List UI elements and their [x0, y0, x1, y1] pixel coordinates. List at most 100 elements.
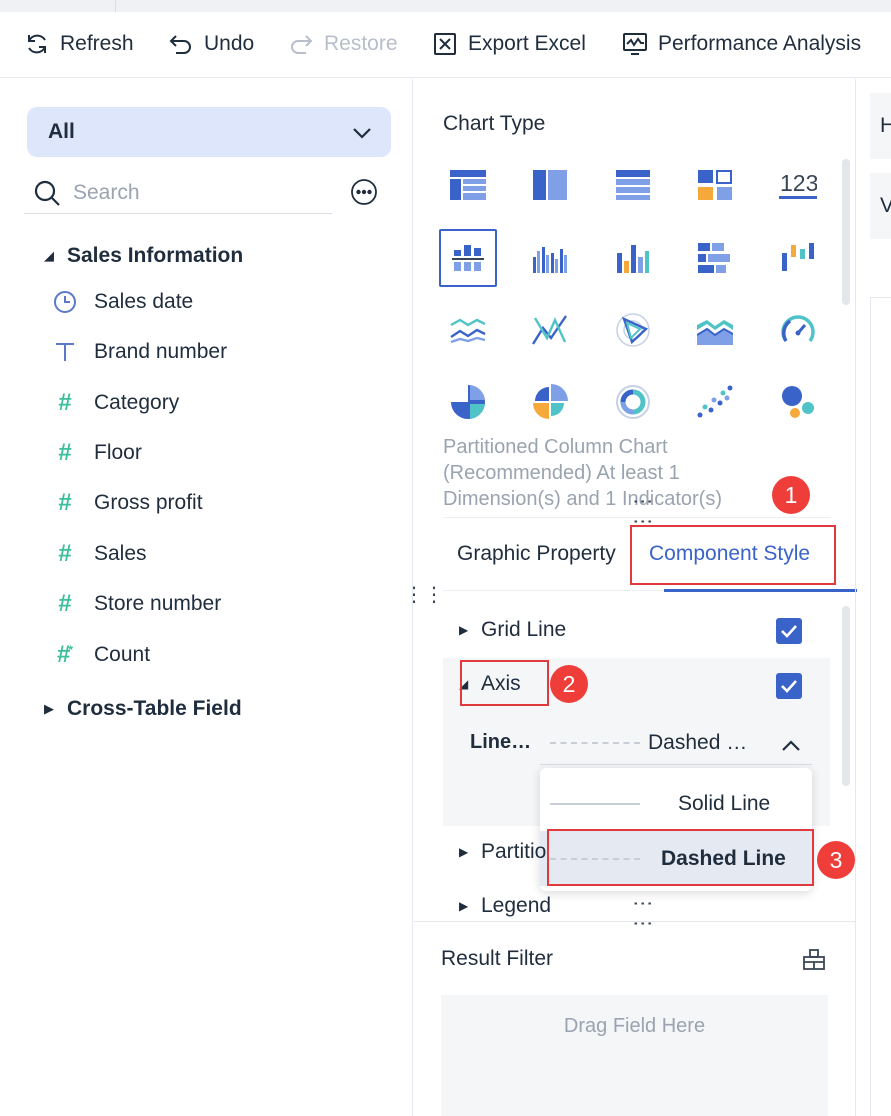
export-excel-button[interactable]: Export Excel: [432, 30, 586, 58]
cross-line-chart-icon[interactable]: [521, 301, 579, 359]
filter-settings-icon[interactable]: [802, 947, 826, 971]
divider: [414, 921, 855, 922]
line-type-select[interactable]: Dashed …: [540, 727, 812, 765]
chart-type-label: Chart Type: [443, 112, 546, 135]
field-item[interactable]: # Gross profit: [52, 488, 203, 518]
bubble-chart-icon[interactable]: [769, 373, 827, 431]
search-icon: [34, 180, 60, 206]
radar-chart-icon[interactable]: [604, 301, 662, 359]
partitioned-column-chart-icon[interactable]: [439, 229, 497, 287]
undo-label: Undo: [204, 32, 255, 55]
restore-button[interactable]: Restore: [288, 30, 398, 58]
grid-line-checkbox[interactable]: [776, 618, 802, 644]
more-options-icon[interactable]: [350, 178, 378, 206]
restore-label: Restore: [324, 32, 398, 55]
caret-right-icon: ▶: [459, 845, 469, 859]
field-item[interactable]: Sales date: [52, 287, 193, 317]
group-label: Cross-Table Field: [67, 697, 242, 720]
excel-icon: [434, 33, 456, 55]
pivot-table-icon[interactable]: [521, 156, 579, 214]
field-item[interactable]: # * Count: [52, 640, 150, 670]
right-panel-item-label: H: [880, 114, 891, 137]
chevron-up-icon: [782, 740, 800, 751]
performance-analysis-label: Performance Analysis: [658, 32, 862, 55]
checkmark-icon: [781, 680, 797, 693]
caret-down-icon: ◢: [44, 248, 54, 263]
table-chart-icon[interactable]: [439, 156, 497, 214]
annotation-badge-3: 3: [817, 841, 855, 879]
group-sales-information[interactable]: ◢ Sales Information: [44, 241, 243, 271]
section-label: Legend: [481, 894, 552, 917]
field-label: Category: [94, 391, 180, 414]
detail-table-icon[interactable]: [604, 156, 662, 214]
monitor-chart-icon: [623, 33, 647, 55]
window-top-strip: [0, 0, 891, 12]
hash-icon: #: [58, 540, 72, 567]
highlight-box-axis: [460, 660, 549, 706]
scope-dropdown-value: All: [48, 120, 75, 143]
line-chart-icon[interactable]: [439, 301, 497, 359]
number-123-icon[interactable]: 123: [769, 156, 827, 214]
field-label: Sales date: [94, 290, 194, 313]
caret-right-icon: ▶: [44, 701, 54, 716]
hash-icon: #: [58, 489, 72, 516]
grouped-column-chart-icon[interactable]: [521, 229, 579, 287]
tab-graphic-property[interactable]: Graphic Property: [457, 542, 616, 566]
drop-zone-label: Drag Field Here: [563, 1015, 706, 1037]
axis-checkbox[interactable]: [776, 673, 802, 699]
right-panel-item[interactable]: V: [870, 173, 891, 239]
rose-chart-icon[interactable]: [521, 373, 579, 431]
field-item[interactable]: # Floor: [52, 438, 142, 468]
hash-star-icon: # *: [56, 641, 74, 668]
hash-icon: #: [58, 439, 72, 466]
section-legend[interactable]: ▶ Legend: [459, 890, 551, 922]
style-scrollbar[interactable]: [842, 606, 850, 786]
clock-icon: [52, 289, 78, 315]
kpi-card-icon[interactable]: [686, 156, 744, 214]
field-label: Gross profit: [94, 491, 203, 514]
redo-icon: [291, 35, 313, 54]
text-type-icon: [52, 339, 78, 365]
field-item[interactable]: # Category: [52, 388, 179, 418]
right-panel-item-label: V: [880, 194, 891, 217]
scope-dropdown[interactable]: All: [27, 107, 391, 157]
search-box: [24, 173, 332, 214]
toolbar: Refresh Undo Restore Export Excel Perfor…: [0, 12, 891, 78]
donut-chart-icon[interactable]: [604, 373, 662, 431]
svg-text:123: 123: [780, 170, 817, 196]
solid-line-preview: [550, 803, 640, 805]
checkmark-icon: [781, 625, 797, 638]
field-label: Brand number: [94, 340, 228, 363]
right-panel-item[interactable]: H: [870, 93, 891, 159]
annotation-badge-2: 2: [550, 665, 588, 703]
undo-icon: [169, 35, 191, 54]
search-input[interactable]: [73, 181, 313, 205]
drop-zone[interactable]: Drag Field Here: [441, 995, 828, 1116]
performance-analysis-button[interactable]: Performance Analysis: [622, 30, 861, 58]
dashed-line-preview: [550, 742, 640, 744]
option-solid-line[interactable]: Solid Line: [540, 776, 812, 831]
section-grid-line[interactable]: ▶ Grid Line: [459, 614, 566, 646]
scatter-chart-icon[interactable]: [686, 373, 744, 431]
resize-handle-icon[interactable]: ⋮⋮: [632, 894, 654, 934]
multi-color-column-icon[interactable]: [604, 229, 662, 287]
stacked-bar-icon[interactable]: [686, 229, 744, 287]
field-item[interactable]: Brand number: [52, 337, 227, 367]
field-item[interactable]: # Store number: [52, 589, 221, 619]
undo-button[interactable]: Undo: [168, 30, 254, 58]
hash-icon: #: [58, 590, 72, 617]
field-item[interactable]: # Sales: [52, 539, 146, 569]
caret-right-icon: ▶: [459, 899, 469, 913]
refresh-icon: [28, 34, 46, 54]
result-filter-label: Result Filter: [441, 947, 554, 970]
pie-chart-icon[interactable]: [439, 373, 497, 431]
field-label: Floor: [94, 441, 142, 464]
section-partition[interactable]: ▶ Partitio: [459, 836, 546, 868]
group-cross-table-field[interactable]: ▶ Cross-Table Field: [44, 694, 242, 724]
refresh-button[interactable]: Refresh: [24, 30, 134, 58]
gauge-chart-icon[interactable]: [769, 301, 827, 359]
field-label: Count: [94, 643, 151, 666]
range-column-icon[interactable]: [769, 229, 827, 287]
area-chart-icon[interactable]: [686, 301, 744, 359]
chart-type-scrollbar[interactable]: [842, 159, 850, 305]
